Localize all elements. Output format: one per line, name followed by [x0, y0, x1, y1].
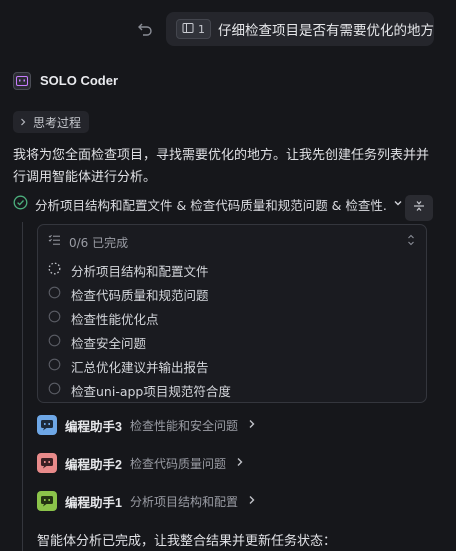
- user-message: 1 仔细检查项目是否有需要优化的地方: [166, 12, 434, 46]
- helper-agent-2[interactable]: 编程助手2 检查代码质量问题: [37, 452, 244, 474]
- todo-label: 检查安全问题: [71, 335, 147, 351]
- helper-name: 编程助手2: [65, 457, 122, 472]
- todo-item: 汇总优化建议并输出报告: [48, 354, 416, 378]
- todo-item: 检查性能优化点: [48, 306, 416, 330]
- todo-item: 检查代码质量和规范问题: [48, 282, 416, 306]
- empty-circle-icon: [48, 358, 61, 375]
- todo-panel: 0/6 已完成 分析项目结构和配置文件 检查代码质量和规范问题 检查性能优化点: [37, 224, 427, 403]
- task-summary-text: 分析项目结构和配置文件 & 检查代码质量和规范问题 & 检查性...: [35, 197, 386, 213]
- todo-item: 检查uni-app项目规范符合度: [48, 378, 416, 402]
- helper-name: 编程助手1: [65, 495, 122, 510]
- helper-desc: 分析项目结构和配置: [129, 494, 238, 509]
- final-text: 智能体分析已完成，让我整合结果并更新任务状态：: [37, 534, 337, 549]
- collapse-button[interactable]: [405, 195, 433, 221]
- undo-icon[interactable]: [136, 20, 154, 38]
- collapse-icon: [413, 200, 425, 216]
- empty-circle-icon: [48, 334, 61, 351]
- empty-circle-icon: [48, 286, 61, 303]
- user-message-text: 仔细检查项目是否有需要优化的地方: [218, 23, 434, 39]
- task-summary[interactable]: 分析项目结构和配置文件 & 检查代码质量和规范问题 & 检查性...: [13, 194, 403, 214]
- todo-progress: 0/6 已完成: [69, 235, 129, 250]
- chevron-right-icon: [248, 418, 256, 432]
- thread-rail: [22, 222, 23, 551]
- expand-icon[interactable]: [406, 234, 416, 250]
- thinking-label: 思考过程: [33, 115, 82, 130]
- helper-name: 编程助手3: [65, 419, 122, 434]
- todo-label: 检查代码质量和规范问题: [71, 287, 209, 303]
- intro-text: 我将为您全面检查项目，寻找需要优化的地方。让我先创建任务列表并并行调用智能体进行…: [13, 148, 430, 185]
- helper-agent-3[interactable]: 编程助手3 检查性能和安全问题: [37, 414, 256, 436]
- task-list-icon: [48, 234, 61, 250]
- context-count: 1: [198, 22, 205, 36]
- todo-list: 分析项目结构和配置文件 检查代码质量和规范问题 检查性能优化点 检查安全问题 汇…: [48, 258, 416, 402]
- chevron-right-icon: [19, 115, 27, 129]
- helper-desc: 检查性能和安全问题: [129, 418, 238, 433]
- thinking-toggle[interactable]: 思考过程: [13, 111, 90, 133]
- todo-item: 分析项目结构和配置文件: [48, 258, 416, 282]
- chat-bot-icon: [37, 415, 57, 435]
- chevron-right-icon: [248, 494, 256, 508]
- todo-header: 0/6 已完成: [48, 233, 416, 251]
- check-circle-icon: [13, 195, 28, 214]
- chevron-right-icon: [236, 456, 244, 470]
- todo-label: 汇总优化建议并输出报告: [71, 359, 209, 375]
- empty-circle-icon: [48, 382, 61, 399]
- todo-label: 检查性能优化点: [71, 311, 159, 327]
- chat-bot-icon: [37, 453, 57, 473]
- todo-label: 检查uni-app项目规范符合度: [71, 383, 231, 399]
- todo-item: 检查安全问题: [48, 330, 416, 354]
- helper-agent-1[interactable]: 编程助手1 分析项目结构和配置: [37, 490, 256, 512]
- spinner-icon: [48, 262, 61, 279]
- file-panel-icon: [182, 22, 194, 37]
- chevron-down-icon: [393, 197, 403, 212]
- context-chip[interactable]: 1: [176, 19, 211, 39]
- empty-circle-icon: [48, 310, 61, 327]
- todo-label: 分析项目结构和配置文件: [71, 263, 209, 279]
- agent-name: SOLO Coder: [40, 73, 119, 88]
- chat-bot-icon: [37, 491, 57, 511]
- helper-desc: 检查代码质量问题: [129, 456, 226, 471]
- agent-logo-icon: [13, 72, 31, 90]
